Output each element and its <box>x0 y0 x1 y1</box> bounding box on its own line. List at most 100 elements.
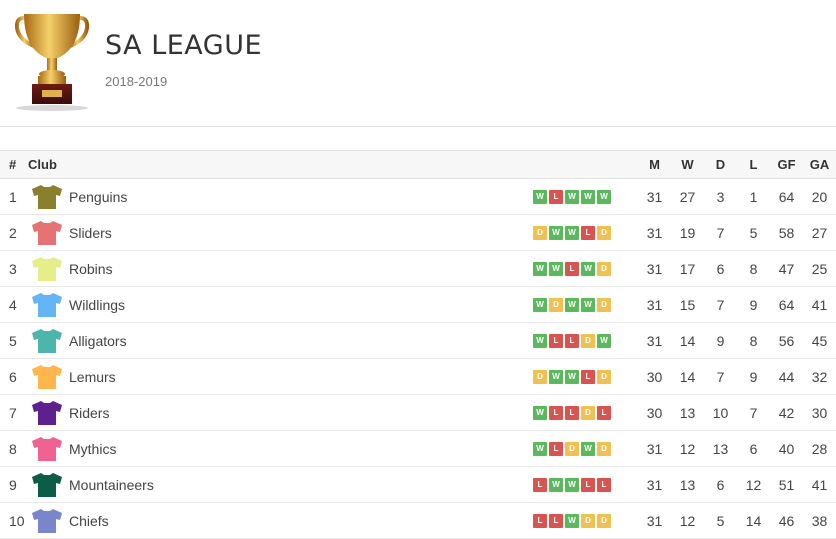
table-row[interactable]: 10 Chiefs L L W D D 31 12 5 14 46 38 <box>0 502 836 539</box>
row-draws: 7 <box>704 358 737 395</box>
form-badge: W <box>565 225 579 240</box>
form-guide: WLDWD <box>533 441 638 456</box>
row-club: Sliders <box>28 214 533 251</box>
header-draws[interactable]: D <box>704 150 737 179</box>
shirt-icon <box>32 400 62 425</box>
table-row[interactable]: 5 Alligators W L L D W 31 14 9 8 56 45 <box>0 322 836 359</box>
row-form: WWLWD <box>533 250 638 287</box>
row-goals-for: 56 <box>770 322 803 359</box>
club-name-link[interactable]: Riders <box>69 405 109 421</box>
row-goals-for: 46 <box>770 502 803 539</box>
row-club: Chiefs <box>28 502 533 539</box>
row-losses: 1 <box>737 178 770 215</box>
row-form: WLLDW <box>533 322 638 359</box>
shirt-icon <box>32 220 62 245</box>
row-rank: 2 <box>0 214 28 251</box>
row-form: DWWLD <box>533 214 638 251</box>
league-header: SA LEAGUE 2018-2019 <box>0 0 836 127</box>
form-badge: L <box>565 405 579 420</box>
row-rank: 1 <box>0 178 28 215</box>
form-badge: D <box>549 297 563 312</box>
row-matches: 30 <box>638 358 671 395</box>
table-row[interactable]: 6 Lemurs D W W L D 30 14 7 9 44 32 <box>0 358 836 395</box>
row-rank: 4 <box>0 286 28 323</box>
form-guide: WLLDL <box>533 405 638 420</box>
form-badge: L <box>597 405 611 420</box>
row-wins: 27 <box>671 178 704 215</box>
shirt-icon <box>32 436 62 461</box>
club-name-link[interactable]: Alligators <box>69 333 127 349</box>
row-matches: 31 <box>638 322 671 359</box>
club-name-link[interactable]: Robins <box>69 261 113 277</box>
header-club[interactable]: Club <box>28 150 533 179</box>
table-row[interactable]: 4 Wildlings W D W W D 31 15 7 9 64 41 <box>0 286 836 323</box>
form-badge: W <box>533 261 547 276</box>
row-club: Alligators <box>28 322 533 359</box>
header-losses[interactable]: L <box>737 150 770 179</box>
table-row[interactable]: 9 Mountaineers L W W L L 31 13 6 12 51 41 <box>0 466 836 503</box>
row-rank: 5 <box>0 322 28 359</box>
header-rank[interactable]: # <box>0 150 28 179</box>
row-goals-against: 28 <box>803 430 836 467</box>
header-wins[interactable]: W <box>671 150 704 179</box>
row-matches: 31 <box>638 286 671 323</box>
club-name-link[interactable]: Wildlings <box>69 297 125 313</box>
form-badge: D <box>581 333 595 348</box>
row-rank: 3 <box>0 250 28 287</box>
row-form: WLWWW <box>533 178 638 215</box>
row-wins: 13 <box>671 394 704 431</box>
row-wins: 12 <box>671 502 704 539</box>
row-wins: 17 <box>671 250 704 287</box>
form-badge: D <box>565 441 579 456</box>
table-header-row: # Club M W D L GF GA <box>0 150 836 179</box>
row-club: Mountaineers <box>28 466 533 503</box>
row-form: WLDWD <box>533 430 638 467</box>
club-name-link[interactable]: Mountaineers <box>69 477 154 493</box>
header-matches[interactable]: M <box>638 150 671 179</box>
shirt-icon <box>32 472 62 497</box>
form-badge: W <box>565 513 579 528</box>
form-badge: W <box>565 189 579 204</box>
club-name-link[interactable]: Sliders <box>69 225 112 241</box>
form-badge: L <box>549 189 563 204</box>
club-name-link[interactable]: Chiefs <box>69 513 109 529</box>
club-name-link[interactable]: Penguins <box>69 189 127 205</box>
table-row[interactable]: 2 Sliders D W W L D 31 19 7 5 58 27 <box>0 214 836 251</box>
row-goals-for: 51 <box>770 466 803 503</box>
form-badge: L <box>597 477 611 492</box>
form-badge: W <box>533 297 547 312</box>
form-guide: LWWLL <box>533 477 638 492</box>
form-badge: W <box>533 405 547 420</box>
shirt-icon <box>32 292 62 317</box>
club-cell: Sliders <box>28 220 533 246</box>
shirt-icon <box>32 256 62 281</box>
header-goals-for[interactable]: GF <box>770 150 803 179</box>
row-matches: 31 <box>638 214 671 251</box>
form-badge: D <box>597 261 611 276</box>
form-badge: W <box>597 189 611 204</box>
table-row[interactable]: 3 Robins W W L W D 31 17 6 8 47 25 <box>0 250 836 287</box>
form-badge: W <box>533 441 547 456</box>
form-badge: L <box>533 477 547 492</box>
row-goals-for: 64 <box>770 286 803 323</box>
header-goals-against[interactable]: GA <box>803 150 836 179</box>
row-club: Wildlings <box>28 286 533 323</box>
row-draws: 7 <box>704 214 737 251</box>
club-name-link[interactable]: Mythics <box>69 441 116 457</box>
table-row[interactable]: 8 Mythics W L D W D 31 12 13 6 40 28 <box>0 430 836 467</box>
form-guide: WLWWW <box>533 189 638 204</box>
row-losses: 6 <box>737 430 770 467</box>
form-guide: WLLDW <box>533 333 638 348</box>
club-name-link[interactable]: Lemurs <box>69 369 116 385</box>
row-goals-against: 41 <box>803 286 836 323</box>
row-wins: 15 <box>671 286 704 323</box>
club-cell: Chiefs <box>28 508 533 534</box>
club-cell: Mythics <box>28 436 533 462</box>
row-form: WLLDL <box>533 394 638 431</box>
form-badge: W <box>565 477 579 492</box>
row-goals-against: 25 <box>803 250 836 287</box>
club-cell: Penguins <box>28 184 533 210</box>
table-row[interactable]: 1 Penguins W L W W W 31 27 3 1 64 20 <box>0 178 836 215</box>
row-goals-against: 27 <box>803 214 836 251</box>
table-row[interactable]: 7 Riders W L L D L 30 13 10 7 42 30 <box>0 394 836 431</box>
